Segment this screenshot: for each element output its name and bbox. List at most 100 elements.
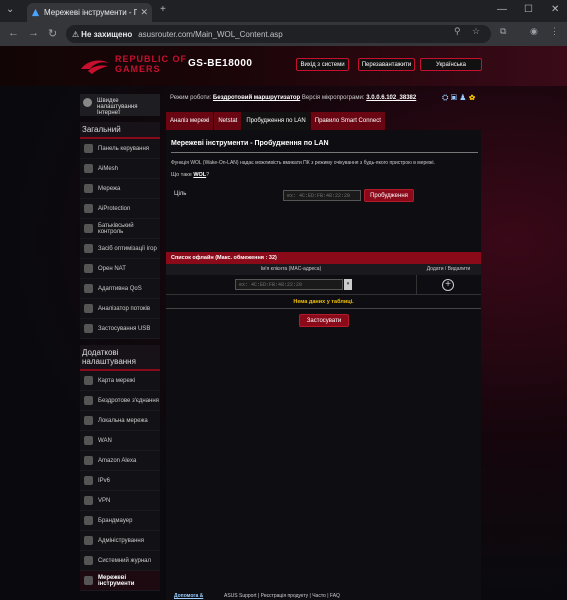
sidebar-item-alexa[interactable]: Amazon Alexa xyxy=(80,451,160,471)
reload-icon[interactable]: ↻ xyxy=(48,27,57,40)
sidebar: Швидке налаштування Інтернет Загальний П… xyxy=(80,94,160,591)
not-secure-label[interactable]: Не захищено xyxy=(81,30,132,39)
qos-icon xyxy=(84,284,93,293)
asus-favicon-icon xyxy=(31,8,40,17)
new-tab-icon[interactable]: + xyxy=(160,4,166,15)
reboot-button[interactable]: Перезавантажити xyxy=(358,58,415,71)
sidebar-item-network[interactable]: Мережа xyxy=(80,179,160,199)
client-mac-input[interactable] xyxy=(235,279,343,290)
back-icon[interactable]: ← xyxy=(8,27,19,39)
sidebar-item-label: Адаптивна QoS xyxy=(98,285,142,292)
close-tab-icon[interactable]: ✕ xyxy=(140,7,148,18)
sidebar-item-map[interactable]: Карта мережі xyxy=(80,371,160,391)
sidebar-item-usb[interactable]: Застосування USB xyxy=(80,319,160,339)
sidebar-item-label: WAN xyxy=(98,437,112,444)
wan-icon xyxy=(84,436,93,445)
minimize-icon[interactable]: — xyxy=(497,4,507,15)
ipv6-icon xyxy=(84,476,93,485)
sidebar-item-label: AiMesh xyxy=(98,165,119,172)
sidebar-item-game[interactable]: Засіб оптимізації ігор xyxy=(80,239,160,259)
tab-1[interactable]: Netstat xyxy=(214,112,243,130)
dashboard-icon xyxy=(84,144,93,153)
url-text[interactable]: asusrouter.com/Main_WOL_Content.asp xyxy=(138,30,283,39)
map-icon xyxy=(84,376,93,385)
sidebar-item-label: Карта мережі xyxy=(98,377,136,384)
search-icon[interactable]: ⚲ xyxy=(454,26,461,37)
profile-icon[interactable]: ◉ xyxy=(530,26,538,37)
title-divider xyxy=(171,152,478,153)
log-icon xyxy=(84,556,93,565)
rog-logo-icon xyxy=(81,60,109,74)
advanced-section-title: Додаткові налаштування xyxy=(80,345,160,371)
sidebar-item-traffic[interactable]: Аналізатор потоків xyxy=(80,299,160,319)
firmware-link[interactable]: 3.0.0.6.102_38382 xyxy=(366,95,416,101)
game-icon xyxy=(84,244,93,253)
sidebar-item-label: Мережа xyxy=(98,185,121,192)
mode-link[interactable]: Бездротовий маршрутизатор xyxy=(213,95,300,101)
target-mac-input[interactable] xyxy=(283,190,361,201)
sidebar-item-vpn[interactable]: VPN xyxy=(80,491,160,511)
quick-setup-button[interactable]: Швидке налаштування Інтернет xyxy=(80,94,160,116)
sidebar-item-dashboard[interactable]: Панель керування xyxy=(80,139,160,159)
alexa-icon xyxy=(84,456,93,465)
sidebar-item-wan[interactable]: WAN xyxy=(80,431,160,451)
client-dropdown-icon[interactable]: ▾ xyxy=(344,279,352,290)
tab-list-icon[interactable]: ⌄ xyxy=(6,4,14,15)
sidebar-item-admin[interactable]: Адміністрування xyxy=(80,531,160,551)
sidebar-item-label: Засіб оптимізації ігор xyxy=(98,245,157,252)
sidebar-item-log[interactable]: Системний журнал xyxy=(80,551,160,571)
address-bar[interactable]: ⚠ Не захищено asusrouter.com/Main_WOL_Co… xyxy=(66,25,491,43)
what-is-wol: Що таке WOL? xyxy=(171,172,209,178)
footer-links[interactable]: ASUS Support | Реєстрація продукту | Час… xyxy=(224,593,340,599)
user-status-icon[interactable]: ♟ xyxy=(459,93,466,102)
sidebar-item-aimesh[interactable]: AiMesh xyxy=(80,159,160,179)
sidebar-item-shield[interactable]: AiProtection xyxy=(80,199,160,219)
column-separator xyxy=(416,275,417,295)
sidebar-item-label: Мережеві інструменти xyxy=(98,574,135,587)
extensions-icon[interactable]: ⧉ xyxy=(500,26,506,37)
language-select[interactable]: Українська xyxy=(420,58,482,71)
tab-2[interactable]: Пробудження по LAN xyxy=(242,112,311,130)
sidebar-item-ipv6[interactable]: IPv6 xyxy=(80,471,160,491)
no-data-message: Нема даних у таблиці. xyxy=(293,299,354,305)
bookmark-star-icon[interactable]: ☆ xyxy=(472,26,480,37)
wol-link[interactable]: WOL xyxy=(193,172,206,178)
lan-icon xyxy=(84,416,93,425)
offline-list-header: Список офлайн (Макс. обмеження : 32) xyxy=(166,252,481,264)
sidebar-item-parental[interactable]: Батьківський контроль xyxy=(80,219,160,239)
what-is-label: Що таке xyxy=(171,172,192,178)
sidebar-item-qos[interactable]: Адаптивна QoS xyxy=(80,279,160,299)
status-line: Режим роботи: Бездротовий маршрутизатор … xyxy=(170,95,416,101)
sidebar-item-label: IPv6 xyxy=(98,477,111,484)
wake-button[interactable]: Пробудження xyxy=(364,189,414,202)
sidebar-item-lan[interactable]: Локальна мережа xyxy=(80,411,160,431)
traffic-icon xyxy=(84,304,93,313)
internet-status-icon[interactable]: ▣ xyxy=(451,93,457,102)
sidebar-item-firewall[interactable]: Брандмауер xyxy=(80,511,160,531)
browser-tab[interactable]: Мережеві інструменти - Пробу... ✕ xyxy=(27,3,152,22)
sidebar-item-label: Бездротове з'єднання xyxy=(98,397,159,404)
network-icon xyxy=(84,184,93,193)
help-link[interactable]: Допомога & xyxy=(174,593,203,599)
menu-icon[interactable]: ⋮ xyxy=(550,26,559,37)
apply-button[interactable]: Застосувати xyxy=(299,314,349,327)
tab-0[interactable]: Аналіз мережі xyxy=(166,112,215,130)
warning-icon[interactable]: ⚠ xyxy=(72,30,79,39)
sidebar-item-tools[interactable]: Мережеві інструменти xyxy=(80,571,160,591)
vpn-icon xyxy=(84,496,93,505)
what-is-suffix: ? xyxy=(206,172,210,178)
table-bottom-line xyxy=(166,308,481,309)
firewall-icon xyxy=(84,516,93,525)
tab-3[interactable]: Правило Smart Connect xyxy=(310,112,386,130)
usb-status-icon[interactable]: ⛭ xyxy=(442,93,448,102)
add-client-icon[interactable]: + xyxy=(442,279,454,291)
forward-icon[interactable]: → xyxy=(28,27,39,39)
settings-status-icon[interactable]: ✿ xyxy=(469,93,476,102)
sidebar-item-wireless[interactable]: Бездротове з'єднання xyxy=(80,391,160,411)
status-icons: ⛭ ▣ ♟ ✿ xyxy=(442,93,475,103)
maximize-icon[interactable]: ☐ xyxy=(524,4,533,15)
close-window-icon[interactable]: ✕ xyxy=(551,4,559,15)
sidebar-item-nat[interactable]: Opeн NAT xyxy=(80,259,160,279)
sidebar-item-label: Застосування USB xyxy=(98,325,151,332)
logout-button[interactable]: Вихід з системи xyxy=(296,58,349,71)
